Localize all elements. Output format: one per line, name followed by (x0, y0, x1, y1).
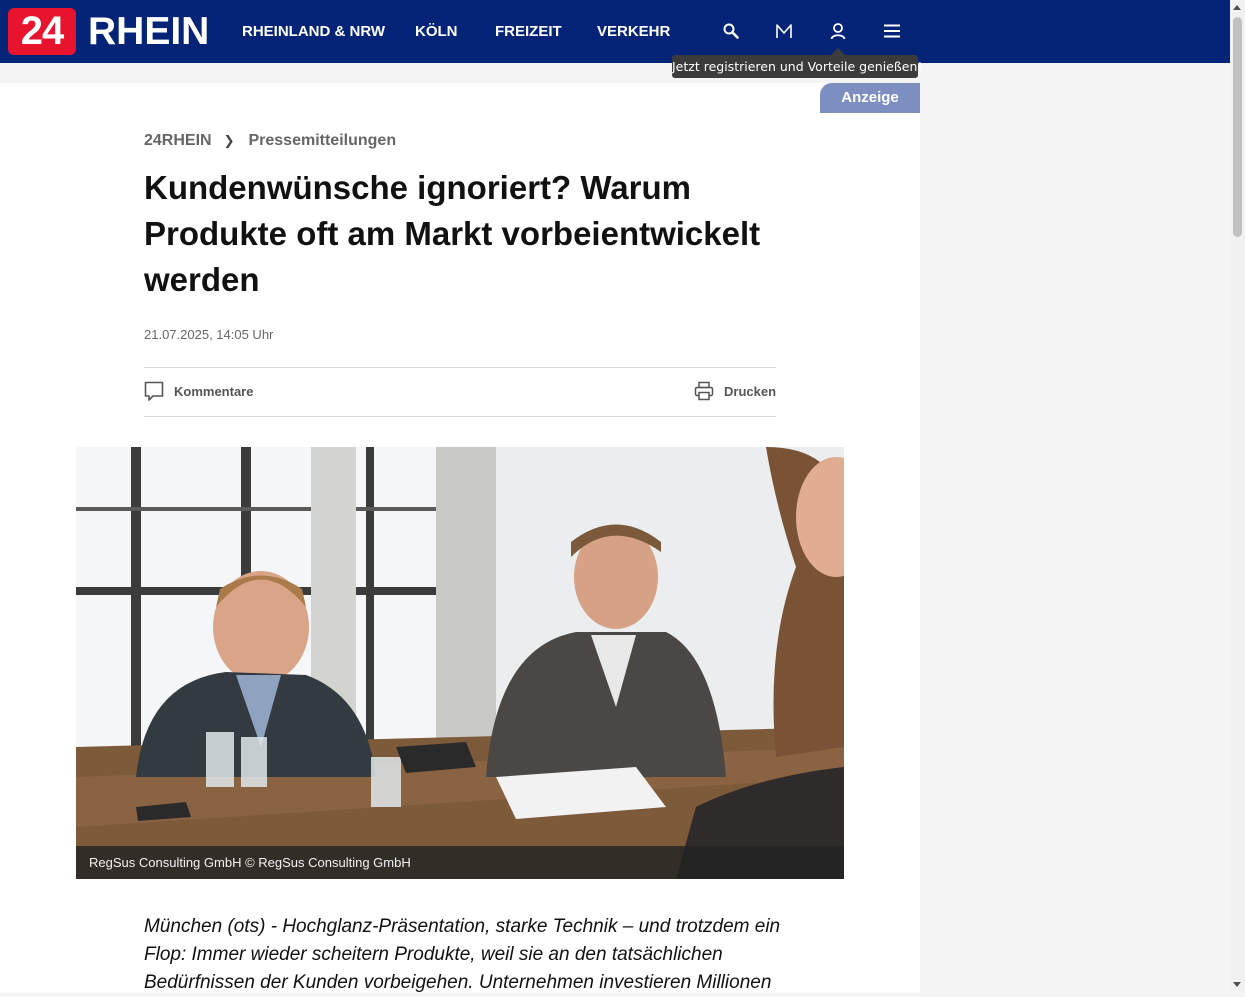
nav-item-rheinland-nrw[interactable]: RHEINLAND & NRW (242, 0, 385, 63)
scroll-thumb[interactable] (1233, 17, 1242, 237)
scroll-down-arrow-icon[interactable] (1233, 982, 1241, 987)
mail-icon[interactable] (771, 18, 797, 44)
printer-icon (694, 381, 714, 401)
meeting-photo (76, 447, 844, 879)
image-caption: RegSus Consulting GmbH © RegSus Consulti… (76, 846, 844, 879)
scroll-up-arrow-icon[interactable] (1233, 5, 1241, 10)
logo-wordmark[interactable]: RHEIN (88, 8, 209, 55)
logo-number[interactable]: 24 (8, 8, 76, 55)
divider-top (144, 367, 776, 368)
search-icon[interactable] (718, 18, 744, 44)
nav-item-freizeit[interactable]: FREIZEIT (495, 0, 562, 63)
comments-label: Kommentare (174, 383, 254, 399)
comment-icon (144, 381, 164, 401)
nav-item-verkehr[interactable]: VERKEHR (597, 0, 670, 63)
menu-icon[interactable] (879, 18, 905, 44)
user-icon[interactable] (825, 18, 851, 44)
breadcrumb: 24RHEIN ❯ Pressemitteilungen (144, 132, 396, 150)
site-header: 24 RHEIN RHEINLAND & NRW KÖLN FREIZEIT V… (0, 0, 1230, 63)
breadcrumb-separator: ❯ (223, 133, 235, 148)
breadcrumb-section[interactable]: Pressemitteilungen (248, 132, 396, 149)
article-hero-image[interactable]: RegSus Consulting GmbH © RegSus Consulti… (76, 447, 844, 879)
ad-label: Anzeige (820, 83, 920, 113)
divider-bottom (144, 416, 776, 417)
nav-item-koeln[interactable]: KÖLN (415, 0, 458, 63)
breadcrumb-home[interactable]: 24RHEIN (144, 132, 212, 149)
article-headline: Kundenwünsche ignoriert? Warum Produkte … (144, 169, 761, 298)
publish-date: 21.07.2025, 14:05 Uhr (144, 327, 274, 342)
tooltip-arrow (831, 48, 845, 55)
register-tooltip: Jetzt registrieren und Vorteile genießen… (672, 55, 922, 78)
print-button[interactable]: Drucken (694, 380, 776, 402)
article-container: 24RHEIN ❯ Pressemitteilungen Kundenwünsche… (0, 83, 920, 993)
comments-button[interactable]: Kommentare (144, 380, 253, 402)
print-label: Drucken (724, 383, 777, 399)
scrollbar[interactable] (1230, 0, 1245, 993)
article-lead-paragraph: München (ots) - Hochglanz-Präsentation, … (144, 916, 781, 993)
